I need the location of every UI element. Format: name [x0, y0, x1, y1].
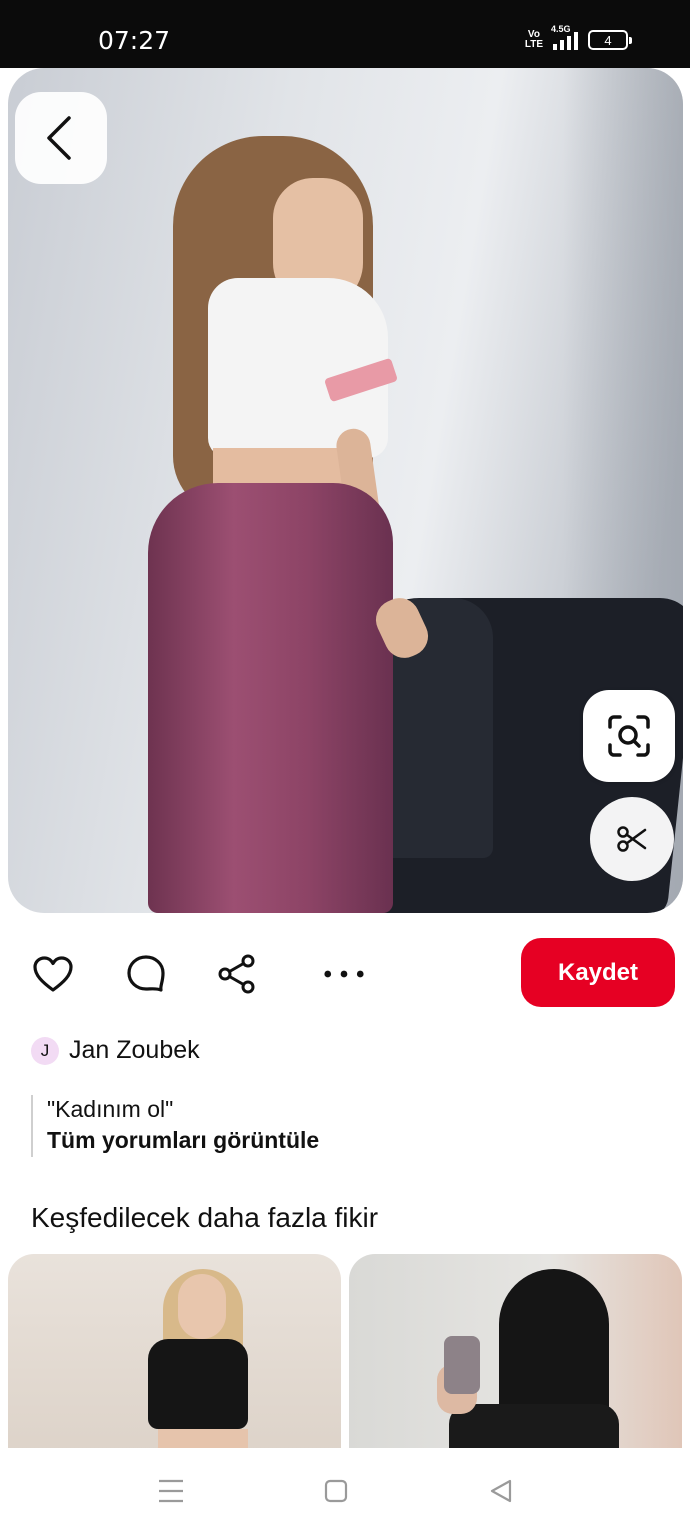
thumb-figure-top — [148, 1339, 248, 1429]
idea-pin-1[interactable] — [8, 1254, 341, 1454]
like-button[interactable] — [31, 952, 75, 996]
volte-icon: Vo LTE — [524, 29, 543, 50]
more-options-button[interactable] — [322, 952, 366, 996]
thumb-figure-body — [449, 1404, 619, 1454]
home-button[interactable] — [321, 1476, 351, 1506]
cutout-button[interactable] — [590, 797, 674, 881]
visual-search-icon — [608, 715, 650, 757]
navigation-bar — [0, 1448, 690, 1533]
heart-icon — [33, 956, 73, 992]
more-ideas-title: Keşfedilecek daha fazla fikir — [31, 1202, 379, 1233]
view-all-comments-link[interactable]: Tüm yorumları görüntüle — [47, 1123, 319, 1157]
status-bar: 07:27 Vo LTE 4.5G 4 — [0, 0, 690, 68]
author-name[interactable]: Jan Zoubek — [69, 1036, 200, 1065]
avatar[interactable]: J — [31, 1036, 59, 1065]
signal-icon: 4.5G — [551, 24, 578, 50]
back-button[interactable] — [15, 92, 107, 184]
recent-apps-button[interactable] — [156, 1476, 186, 1506]
home-icon — [324, 1479, 348, 1503]
comment-button[interactable] — [124, 952, 168, 996]
back-arrow-icon — [47, 116, 71, 160]
author-row[interactable]: J Jan Zoubek — [31, 1036, 200, 1065]
thumb-figure-face — [178, 1274, 226, 1339]
share-icon — [218, 954, 255, 994]
more-icon — [324, 970, 364, 978]
back-icon — [490, 1479, 512, 1503]
system-back-button[interactable] — [486, 1476, 516, 1506]
battery-icon: 4 — [588, 30, 632, 50]
visual-search-button[interactable] — [583, 690, 675, 782]
comment-block: "Kadınım ol" Tüm yorumları görüntüle — [31, 1095, 319, 1157]
menu-icon — [159, 1479, 183, 1503]
comment-icon — [127, 955, 165, 992]
thumb-phone — [444, 1336, 480, 1394]
figure-leggings — [148, 483, 393, 913]
status-time: 07:27 — [98, 26, 171, 55]
save-button[interactable]: Kaydet — [521, 938, 675, 1007]
status-icons: Vo LTE 4.5G 4 — [524, 24, 632, 50]
scissors-icon — [617, 826, 647, 852]
comment-text: "Kadınım ol" — [47, 1096, 174, 1122]
share-button[interactable] — [215, 952, 259, 996]
pin-image[interactable] — [8, 68, 683, 913]
battery-level: 4 — [604, 32, 612, 48]
idea-pin-2[interactable] — [349, 1254, 682, 1454]
action-bar: Kaydet — [0, 938, 690, 1008]
network-type: 4.5G — [551, 24, 571, 34]
